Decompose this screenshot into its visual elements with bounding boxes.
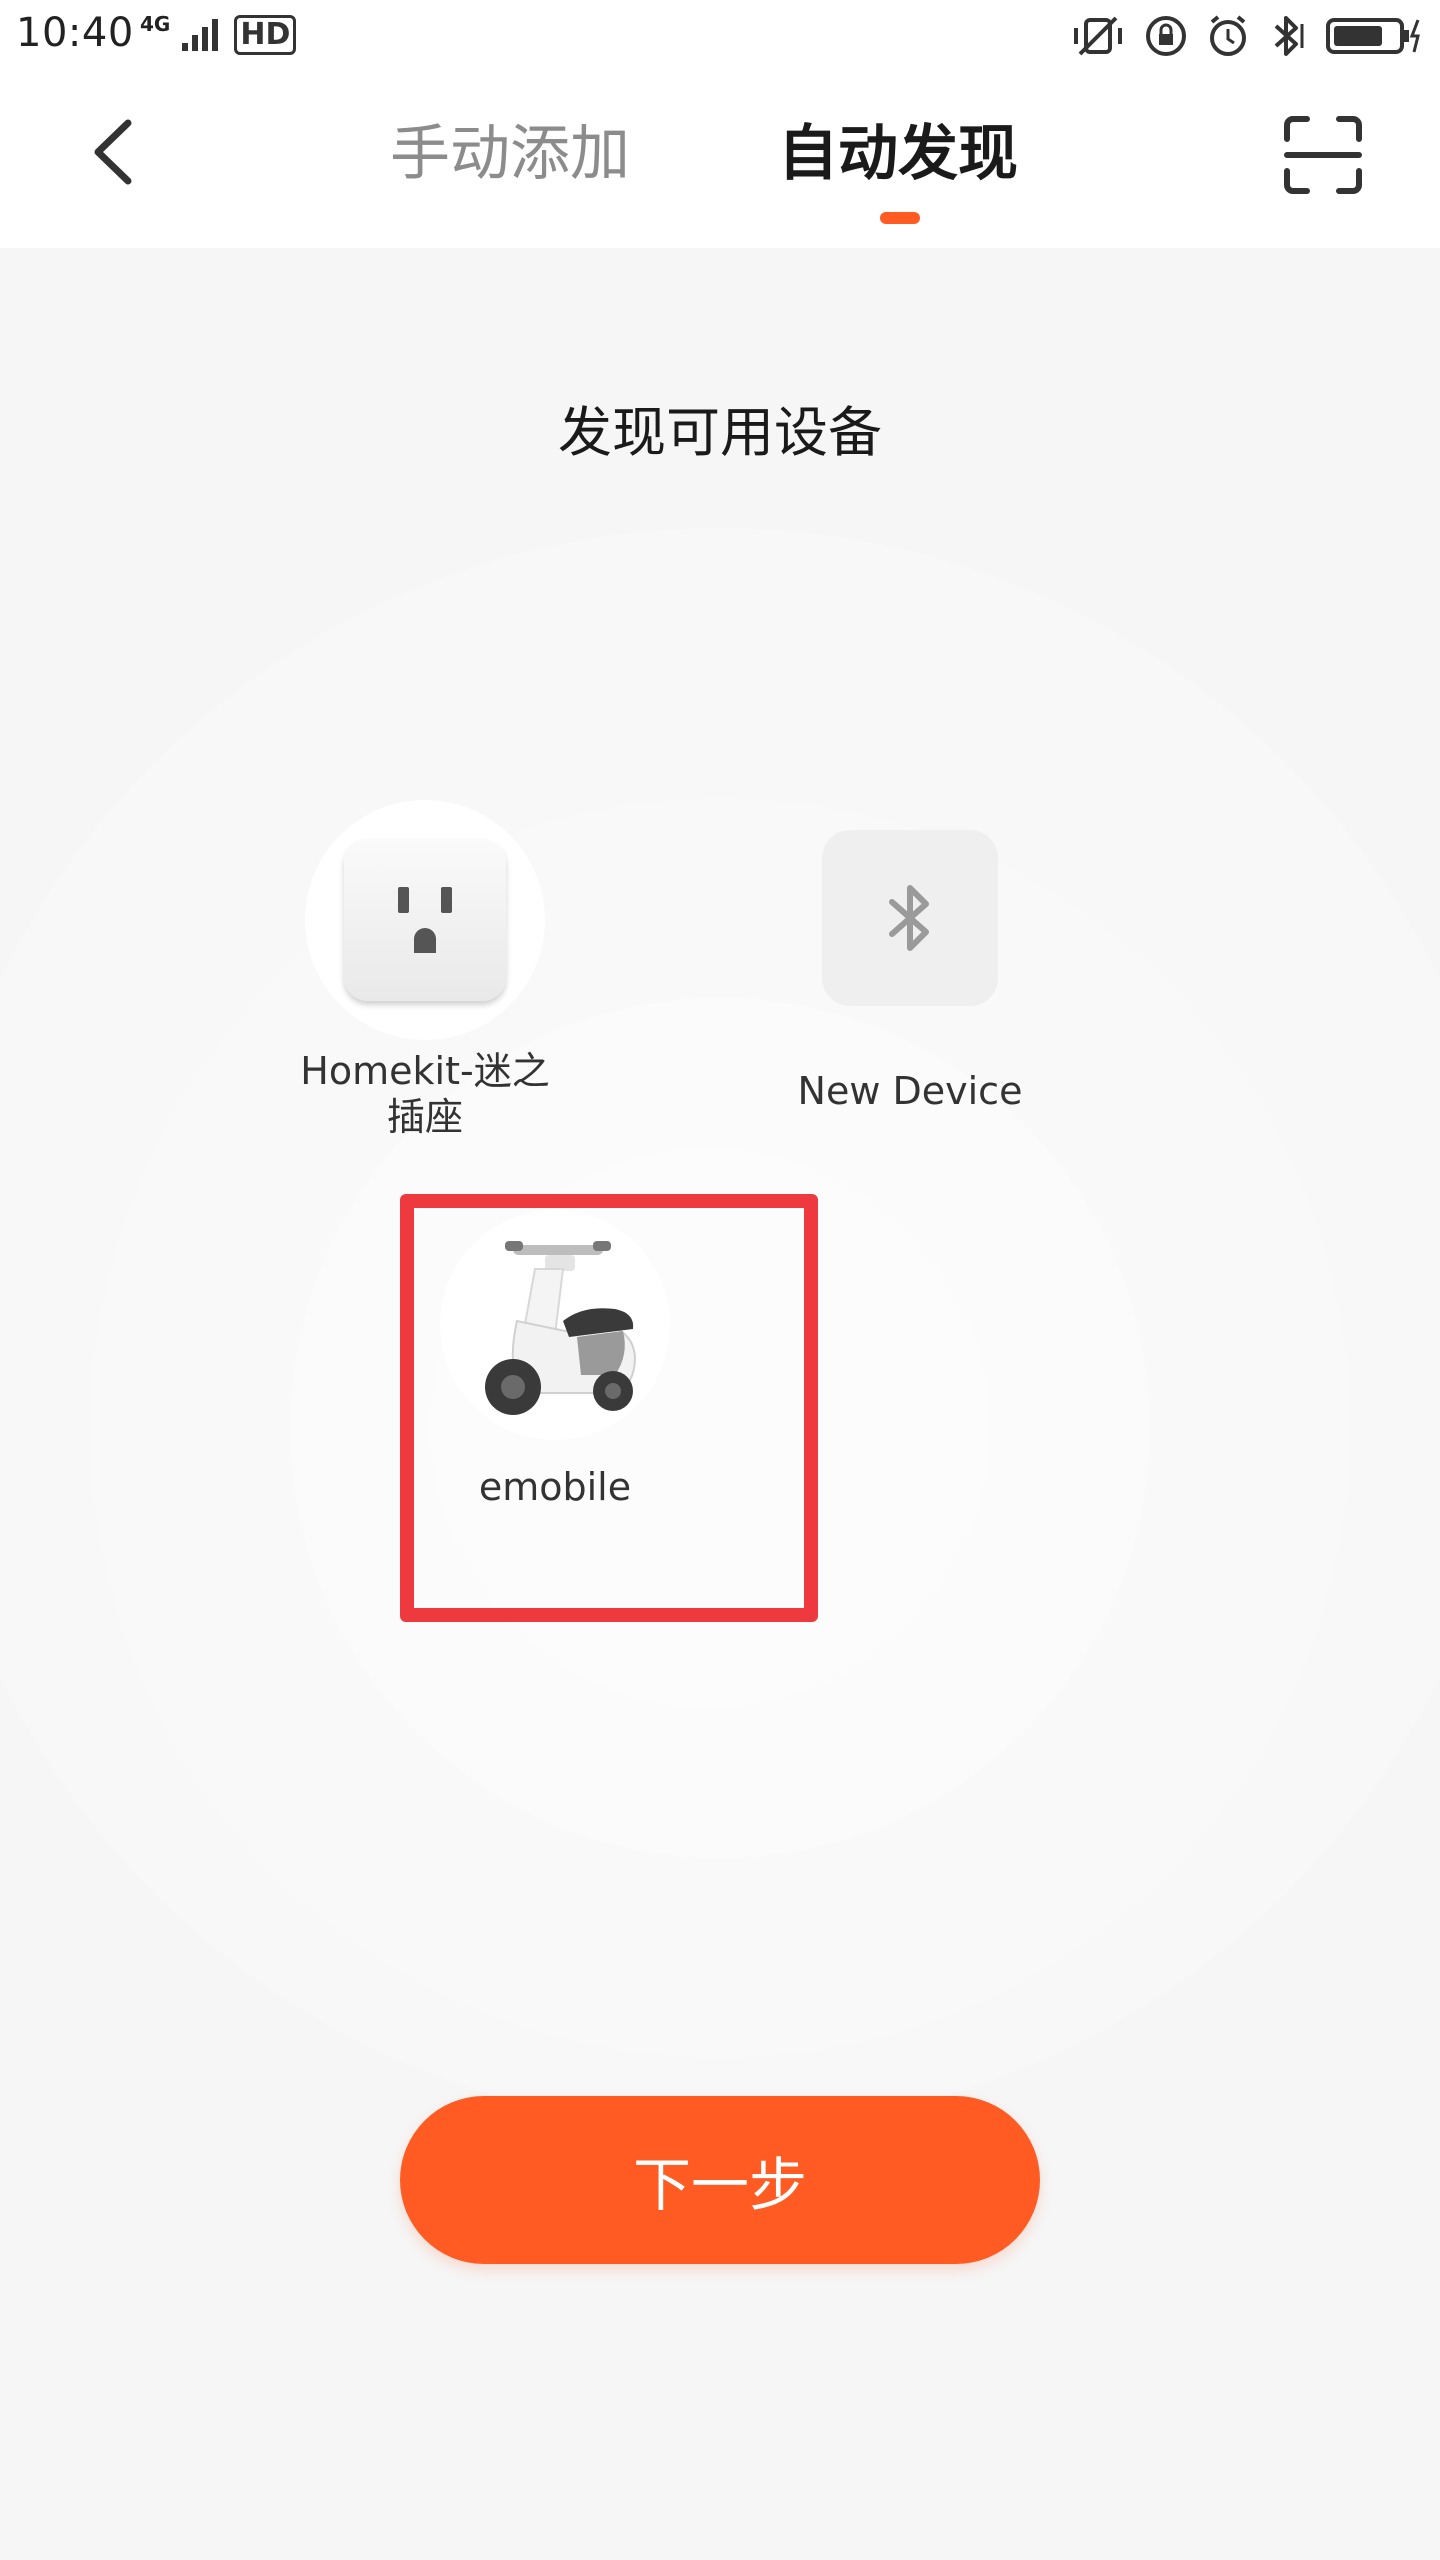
status-time: 10:40 [16,10,134,56]
page-title: 发现可用设备 [558,401,882,464]
device-name: Homekit-迷之插座 [300,1049,550,1139]
device-icon-halo [440,1210,670,1440]
bluetooth-status-icon [1274,16,1304,56]
app-screen: 10:40 4G HD 手动添加 自动发现 发现可用设备 Homekit-迷之插… [0,0,1440,2560]
power-socket-icon [344,839,506,1001]
active-tab-indicator [880,212,920,224]
alarm-icon [1210,15,1246,56]
status-right-icons [1070,8,1422,64]
device-homekit-socket[interactable]: Homekit-迷之插座 [290,800,560,1140]
device-name: New Device [797,1069,1023,1113]
device-icon-halo [305,800,545,1040]
network-type-label: 4G [140,12,171,36]
scan-button[interactable] [1278,110,1368,200]
back-button[interactable] [72,112,152,192]
bluetooth-icon [822,830,998,1006]
tab-auto-discover[interactable]: 自动发现 [778,116,1018,192]
tab-manual-add[interactable]: 手动添加 [390,116,630,192]
scan-icon [1284,116,1362,194]
device-name: emobile [478,1465,632,1509]
scooter-icon [485,1241,637,1415]
chevron-left-icon [94,119,132,185]
rotation-lock-icon [1146,16,1186,56]
hd-badge: HD [234,15,297,55]
next-step-button[interactable]: 下一步 [400,2096,1040,2264]
device-emobile[interactable]: emobile [430,1210,680,1510]
vibrate-mute-icon [1074,16,1122,56]
top-navigation: 手动添加 自动发现 [0,72,1440,248]
status-bar: 10:40 4G HD [0,0,1440,72]
signal-icon [182,19,219,51]
discovery-content: 发现可用设备 Homekit-迷之插座 New Device emobile 下… [0,248,1440,2560]
device-new-device[interactable]: New Device [790,830,1030,1114]
status-left-icons: 4G HD [140,10,297,60]
battery-charging-icon [1326,18,1420,54]
